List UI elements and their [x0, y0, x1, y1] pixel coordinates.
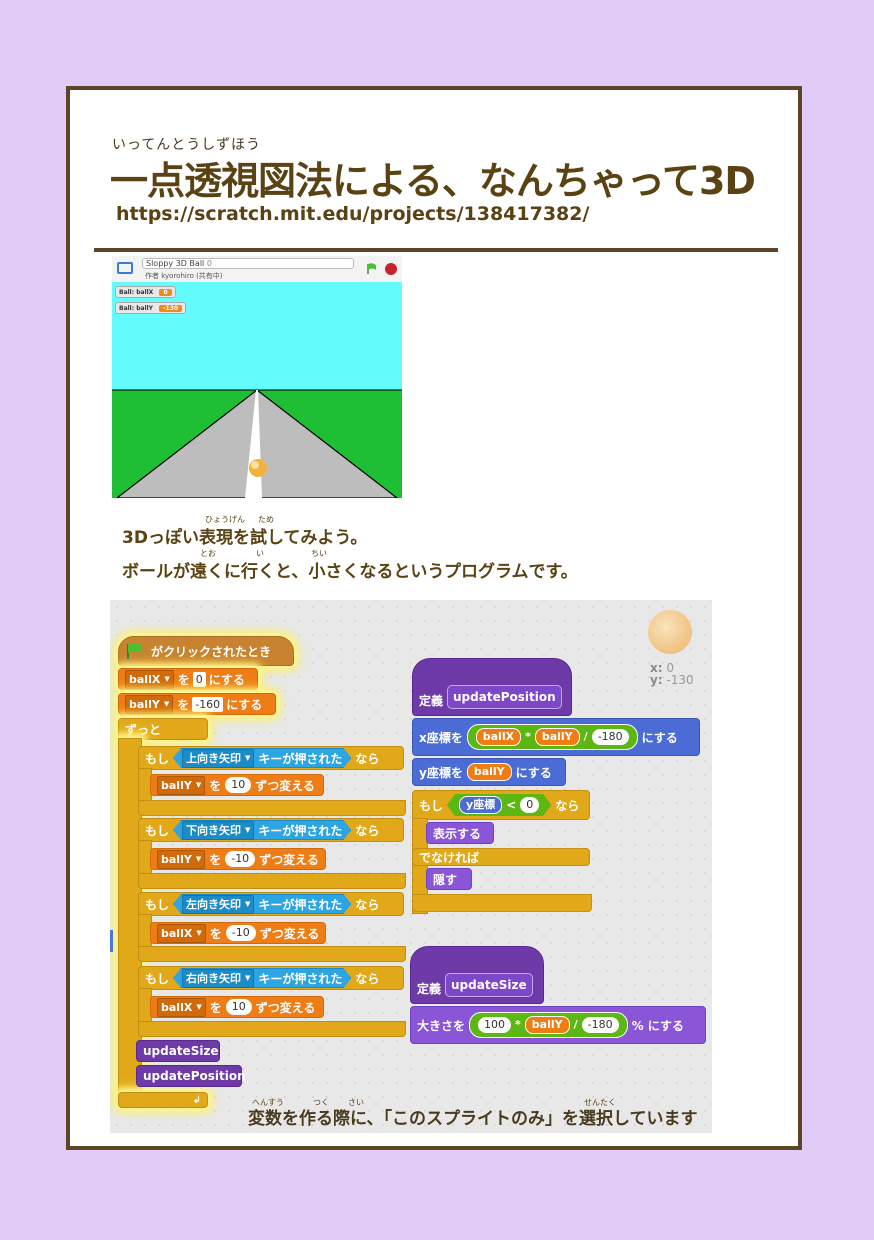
set-size-block[interactable]: 大きさを 100 * ballY / -180 % にする	[410, 1006, 706, 1044]
var-dropdown[interactable]: ballY ▼	[125, 694, 174, 714]
stop-icon[interactable]	[385, 263, 397, 275]
change-ballX-block[interactable]: ballX ▼ を 10 ずつ変える	[150, 996, 324, 1018]
hide-block[interactable]: 隠す	[426, 868, 472, 890]
change-ballY-block[interactable]: ballY ▼ を -10 ずつ変える	[150, 848, 326, 870]
call-updatePosition-block[interactable]: updatePosition	[136, 1065, 246, 1087]
monitor-ballX: Ball: ballX 0	[115, 286, 176, 298]
define-updatePosition-block[interactable]: 定義 updatePosition	[412, 658, 572, 716]
else-label: でなければ	[412, 848, 590, 866]
stage-header: Sloppy 3D Ball 0 作者 kyorohiro (共有中)	[112, 256, 402, 283]
set-ballY-block[interactable]: ballY ▼ を -160 にする	[118, 693, 276, 715]
forever-label[interactable]: ずっと	[118, 718, 208, 740]
when-flag-clicked-block[interactable]: がクリックされたとき	[118, 636, 294, 666]
caption-note: 変数を作る際に、「このスプライトのみ」を選択しています	[248, 1109, 698, 1129]
if-foot	[138, 1021, 406, 1037]
forever-foot: ↲	[118, 1092, 208, 1108]
change-ballX-block[interactable]: ballX ▼ を -10 ずつ変える	[150, 922, 326, 944]
stage-scene	[112, 282, 402, 498]
page-title: 一点透視図法による、なんちゃって3D	[110, 159, 756, 203]
sprite-coords: x: 0 y: -130	[650, 661, 694, 687]
set-ballX-block[interactable]: ballX ▼ を 0 にする	[118, 668, 258, 690]
if-left-key-block[interactable]: もし 左向き矢印 ▼ キーが押された なら	[138, 892, 404, 916]
description-line-1: 3Dっぽい表現を試してみよう。	[122, 528, 368, 548]
description-line-2: ボールが遠くに行くと、小さくなるというプログラムです。	[122, 562, 578, 582]
set-y-block[interactable]: y座標を ballY にする	[412, 758, 566, 786]
project-url[interactable]: https://scratch.mit.edu/projects/1384173…	[116, 203, 589, 225]
call-updateSize-block[interactable]: updateSize	[136, 1040, 220, 1062]
if-right-key-block[interactable]: もし 右向き矢印 ▼ キーが押された なら	[138, 966, 404, 990]
if-foot	[138, 873, 406, 889]
ball-sprite-thumbnail	[648, 610, 692, 654]
if-up-key-block[interactable]: もし 上向き矢印 ▼ キーが押された なら	[138, 746, 404, 770]
fullscreen-icon[interactable]	[117, 262, 133, 274]
divider	[94, 248, 778, 252]
key-pressed-sensor[interactable]: 上向き矢印 ▼ キーが押された	[173, 748, 351, 768]
script-area[interactable]: x: 0 y: -130 がクリックされたとき ballX ▼ を 0 にする bal…	[110, 600, 712, 1133]
monitor-ballY: Ball: ballY -130	[115, 302, 187, 314]
if-foot	[138, 800, 406, 816]
project-title-field[interactable]: Sloppy 3D Ball 0	[142, 258, 354, 269]
green-flag-icon[interactable]	[366, 263, 378, 275]
define-updateSize-block[interactable]: 定義 updateSize	[410, 946, 544, 1004]
scratch-stage: Sloppy 3D Ball 0 作者 kyorohiro (共有中) Ball…	[112, 256, 402, 498]
bottom-band	[0, 1150, 874, 1240]
show-block[interactable]: 表示する	[426, 822, 494, 844]
if-foot	[412, 894, 592, 912]
top-band	[0, 0, 874, 92]
scrollbar-edge	[110, 930, 113, 952]
change-ballY-block[interactable]: ballY ▼ を 10 ずつ変える	[150, 774, 324, 796]
if-down-key-block[interactable]: もし 下向き矢印 ▼ キーが押された なら	[138, 818, 404, 842]
if-foot	[138, 946, 406, 962]
if-ypos-block[interactable]: もし y座標 <0 なら	[412, 790, 590, 820]
author-label: 作者 kyorohiro (共有中)	[145, 272, 223, 280]
set-x-block[interactable]: x座標を ballX * ballY / -180 にする	[412, 718, 700, 756]
var-dropdown[interactable]: ballX ▼	[125, 669, 174, 689]
green-flag-icon	[127, 642, 142, 659]
